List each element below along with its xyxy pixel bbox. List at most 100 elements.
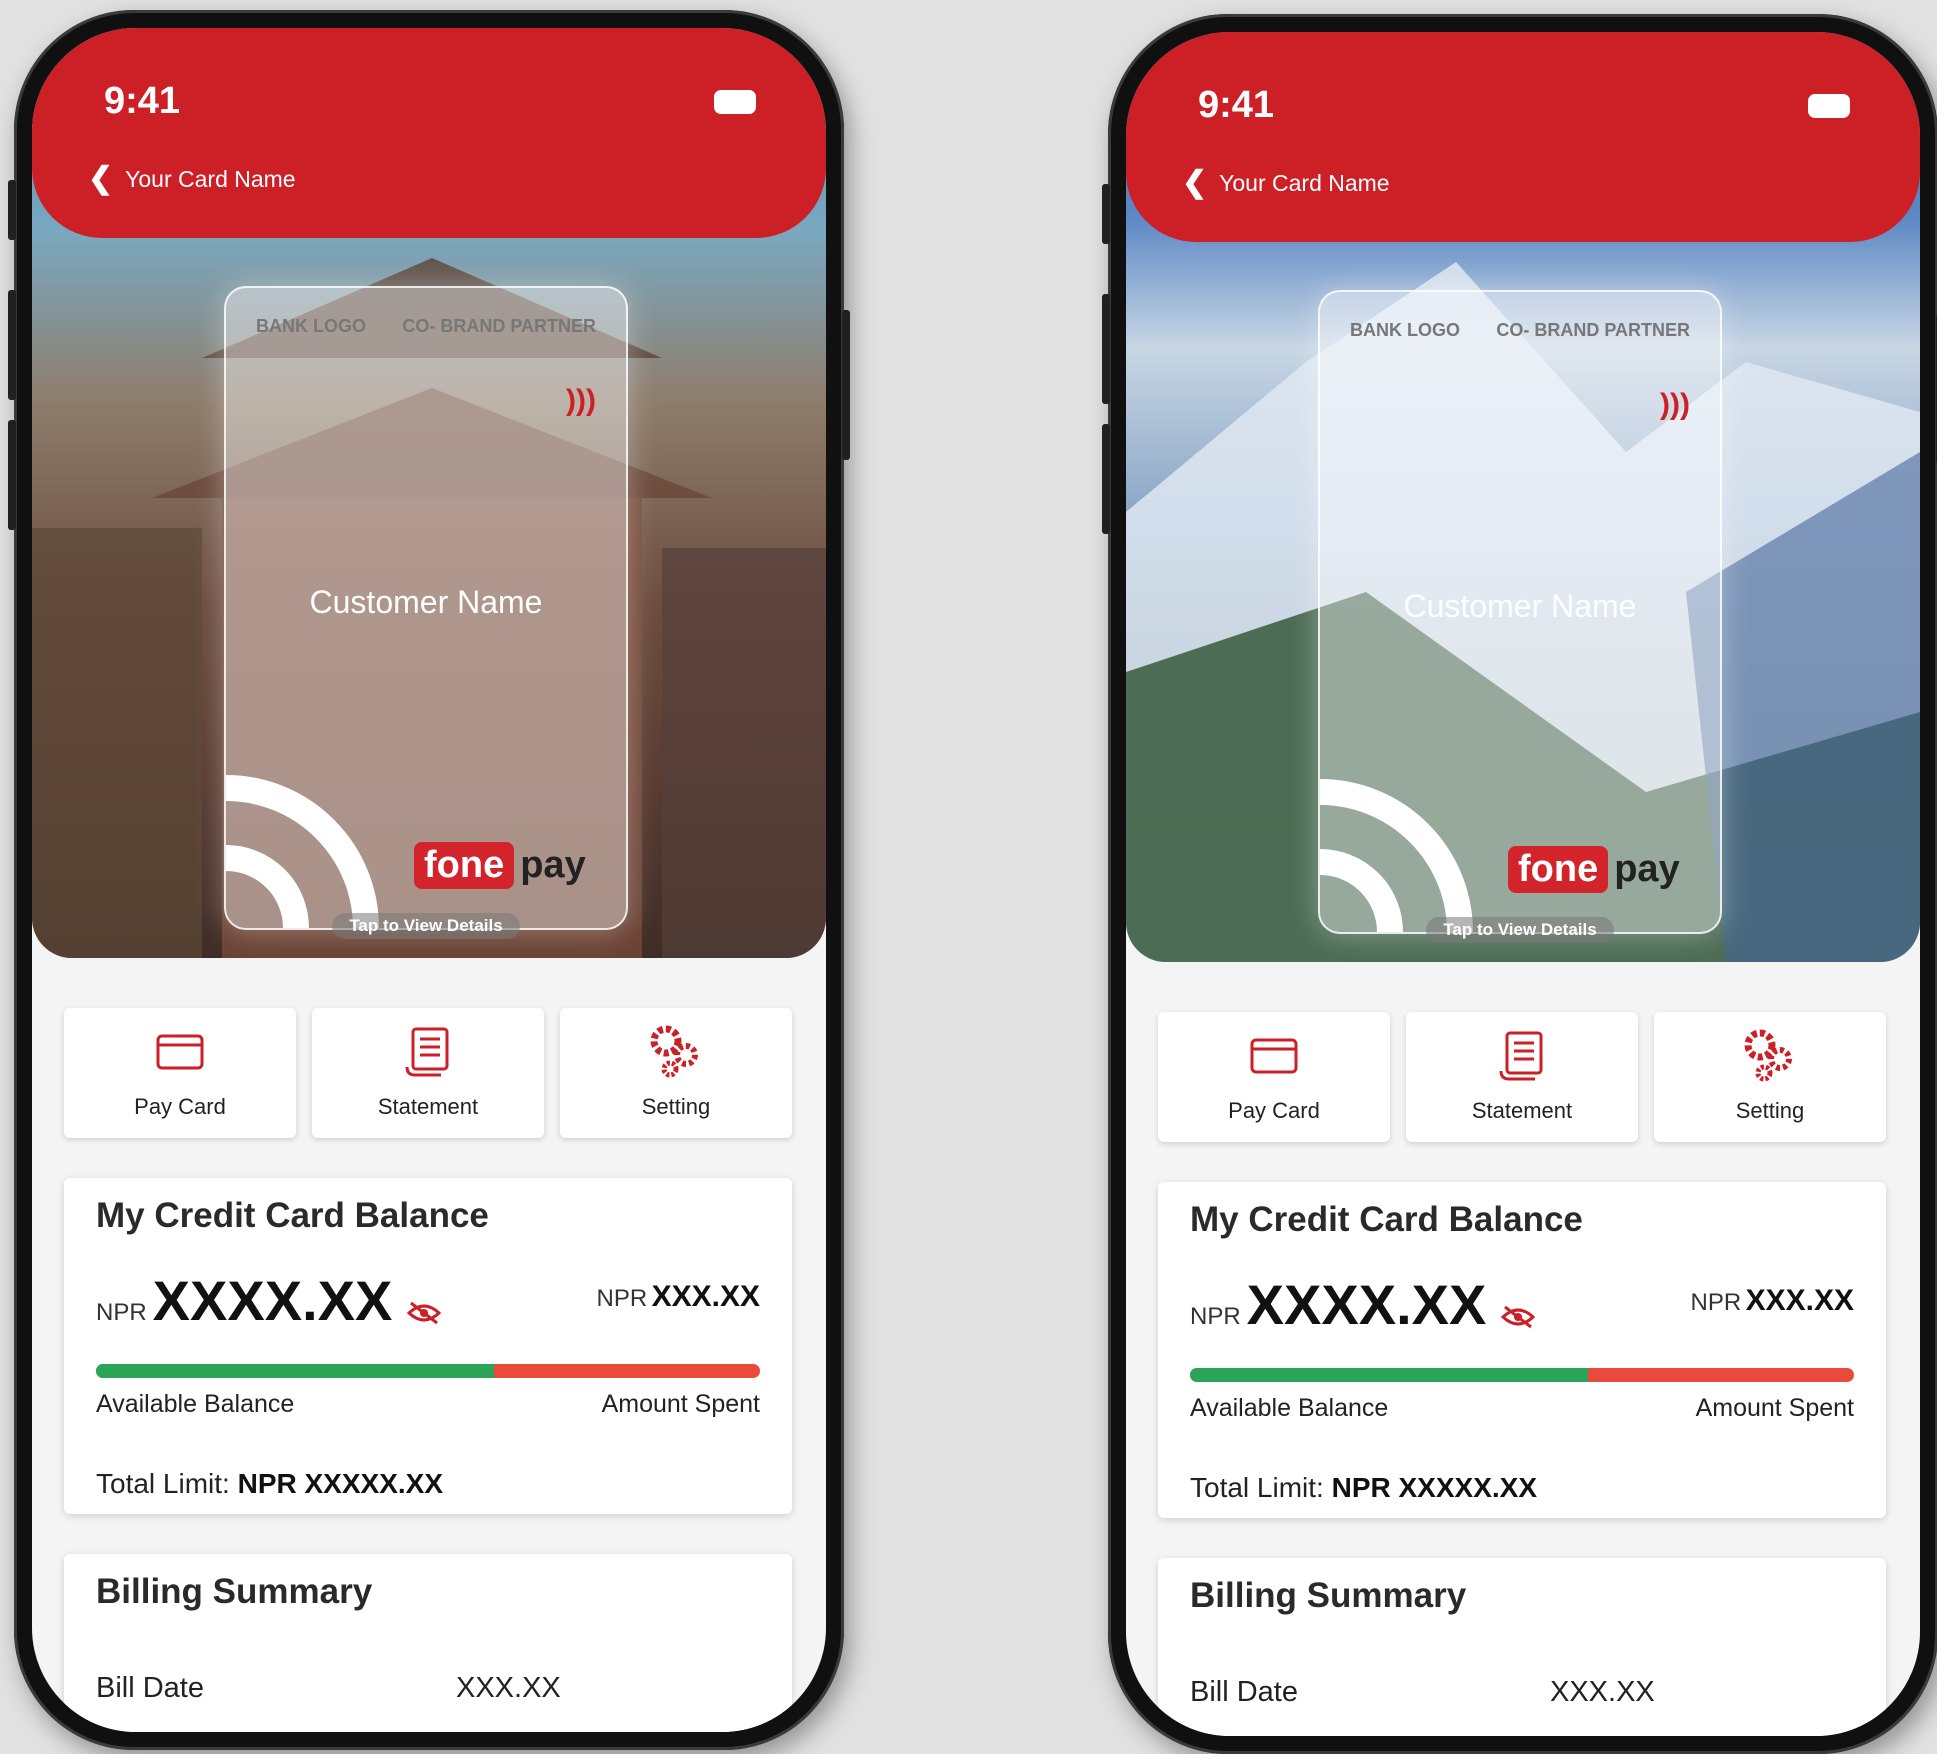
available-balance-fill xyxy=(96,1364,495,1378)
amount-spent-label: Amount Spent xyxy=(601,1390,760,1418)
phone-mockup: 9:41 ❮ Your Card Name BANK LOGO CO- BRAN… xyxy=(1102,14,1937,1754)
phone-screen: 9:41 ❮ Your Card Name BANK LOGO CO- BRAN… xyxy=(32,28,826,1732)
battery-icon xyxy=(1808,94,1850,118)
side-button xyxy=(1102,184,1110,244)
statement-button[interactable]: Statement xyxy=(1406,1012,1638,1142)
co-brand-partner-logo: CO- BRAND PARTNER xyxy=(1496,320,1690,340)
credit-card-icon xyxy=(1250,1030,1298,1082)
quick-actions: Pay Card Statement Setting xyxy=(1158,1012,1886,1142)
fonepay-logo: fone pay xyxy=(1508,846,1680,893)
statement-button[interactable]: Statement xyxy=(312,1008,544,1138)
statement-icon xyxy=(405,1026,451,1078)
spent-amount: XXX.XX xyxy=(651,1280,760,1313)
spent-currency: NPR xyxy=(596,1285,648,1312)
spent-amount-group: NPR XXX.XX xyxy=(1690,1284,1854,1318)
available-currency: NPR xyxy=(96,1299,147,1326)
pay-card-button[interactable]: Pay Card xyxy=(64,1008,296,1138)
billing-title: Billing Summary xyxy=(96,1572,373,1611)
statement-label: Statement xyxy=(1471,1098,1573,1123)
customer-name: Customer Name xyxy=(309,584,543,620)
available-amount: XXXX.XX xyxy=(1246,1273,1487,1336)
available-balance-label: Available Balance xyxy=(1190,1394,1389,1422)
quick-actions: Pay Card Statement Setting xyxy=(64,1008,792,1138)
chevron-left-icon: ❮ xyxy=(1182,166,1208,199)
battery-icon xyxy=(714,90,756,114)
side-button xyxy=(8,180,16,240)
card-swoosh-decoration xyxy=(1320,779,1473,932)
credit-card-icon xyxy=(156,1026,204,1078)
statement-icon xyxy=(1499,1030,1545,1082)
volume-down-button xyxy=(1102,424,1110,534)
bank-logo: BANK LOGO xyxy=(1350,320,1460,340)
billing-title: Billing Summary xyxy=(1190,1576,1467,1615)
spent-amount: XXX.XX xyxy=(1745,1284,1854,1317)
total-limit: Total Limit: NPR XXXXX.XX xyxy=(1190,1472,1537,1504)
total-limit-label: Total Limit: xyxy=(96,1468,230,1499)
spent-amount-group: NPR XXX.XX xyxy=(596,1280,760,1314)
total-limit-value: NPR XXXXX.XX xyxy=(1331,1472,1538,1503)
balance-progress-bar xyxy=(1190,1368,1854,1382)
volume-up-button xyxy=(1102,294,1110,404)
pay-card-button[interactable]: Pay Card xyxy=(1158,1012,1390,1142)
setting-button[interactable]: Setting xyxy=(560,1008,792,1138)
fonepay-logo-fone: fone xyxy=(1508,846,1609,893)
setting-button[interactable]: Setting xyxy=(1654,1012,1886,1142)
bill-date-value: XXX.XX xyxy=(456,1672,561,1704)
available-amount: XXXX.XX xyxy=(152,1269,393,1332)
eye-hidden-icon[interactable] xyxy=(1500,1305,1535,1334)
chevron-left-icon: ❮ xyxy=(88,162,114,195)
bill-date-label: Bill Date xyxy=(96,1672,204,1704)
credit-card[interactable]: BANK LOGO CO- BRAND PARTNER ))) Customer… xyxy=(1318,290,1722,934)
bill-date-row: Bill Date XXX.XX xyxy=(1190,1676,1854,1709)
statement-label: Statement xyxy=(377,1094,479,1119)
bill-date-row: Bill Date XXX.XX xyxy=(96,1672,760,1705)
total-limit-value: NPR XXXXX.XX xyxy=(237,1468,444,1499)
contactless-icon: ))) xyxy=(1660,388,1690,421)
card-swoosh-decoration xyxy=(226,775,379,928)
spent-currency: NPR xyxy=(1690,1289,1742,1316)
status-time: 9:41 xyxy=(104,80,181,122)
billing-summary-panel: Billing Summary Bill Date XXX.XX xyxy=(64,1554,792,1732)
power-button xyxy=(842,310,850,460)
contactless-icon: ))) xyxy=(566,384,596,417)
bill-date-value: XXX.XX xyxy=(1550,1676,1655,1708)
fonepay-logo-pay: pay xyxy=(520,844,586,886)
balance-progress-bar xyxy=(96,1364,760,1378)
total-limit-label: Total Limit: xyxy=(1190,1472,1324,1503)
customer-name: Customer Name xyxy=(1403,588,1637,624)
status-time: 9:41 xyxy=(1198,84,1275,126)
fonepay-logo: fone pay xyxy=(414,842,586,889)
balance-amounts: NPR XXXX.XX NPR XXX.XX xyxy=(1190,1272,1854,1336)
balance-amounts: NPR XXXX.XX NPR XXX.XX xyxy=(96,1268,760,1332)
credit-balance-panel: My Credit Card Balance NPR XXXX.XX NPR XX… xyxy=(1158,1182,1886,1518)
tap-to-view-details[interactable]: Tap to View Details xyxy=(332,913,520,939)
setting-label: Setting xyxy=(1735,1098,1805,1123)
available-balance-fill xyxy=(1190,1368,1589,1382)
back-button[interactable]: ❮ Your Card Name xyxy=(1182,168,1390,198)
setting-label: Setting xyxy=(641,1094,711,1119)
back-button[interactable]: ❮ Your Card Name xyxy=(88,164,296,194)
amount-spent-label: Amount Spent xyxy=(1695,1394,1854,1422)
tap-to-view-details[interactable]: Tap to View Details xyxy=(1426,917,1614,943)
billing-summary-panel: Billing Summary Bill Date XXX.XX xyxy=(1158,1558,1886,1736)
fonepay-logo-pay: pay xyxy=(1614,848,1680,890)
gears-icon xyxy=(648,1025,704,1078)
phone-mockup: 9:41 ❮ Your Card Name BANK LOGO CO- BRAN… xyxy=(8,10,850,1750)
pay-card-label: Pay Card xyxy=(134,1094,226,1119)
total-limit: Total Limit: NPR XXXXX.XX xyxy=(96,1468,443,1500)
credit-balance-panel: My Credit Card Balance NPR XXXX.XX NPR XX… xyxy=(64,1178,792,1514)
app-header: 9:41 ❮ Your Card Name xyxy=(1126,32,1920,242)
volume-down-button xyxy=(8,420,16,530)
available-currency: NPR xyxy=(1190,1303,1241,1330)
available-balance-label: Available Balance xyxy=(96,1390,295,1418)
balance-labels: Available Balance Amount Spent xyxy=(1190,1394,1854,1423)
eye-hidden-icon[interactable] xyxy=(406,1301,441,1330)
app-header: 9:41 ❮ Your Card Name xyxy=(32,28,826,238)
credit-card[interactable]: BANK LOGO CO- BRAND PARTNER ))) Customer… xyxy=(224,286,628,930)
balance-title: My Credit Card Balance xyxy=(96,1196,489,1235)
bank-logo: BANK LOGO xyxy=(256,316,366,336)
fonepay-logo-fone: fone xyxy=(414,842,515,889)
balance-labels: Available Balance Amount Spent xyxy=(96,1390,760,1419)
phone-screen: 9:41 ❮ Your Card Name BANK LOGO CO- BRAN… xyxy=(1126,32,1920,1736)
pay-card-label: Pay Card xyxy=(1228,1098,1320,1123)
